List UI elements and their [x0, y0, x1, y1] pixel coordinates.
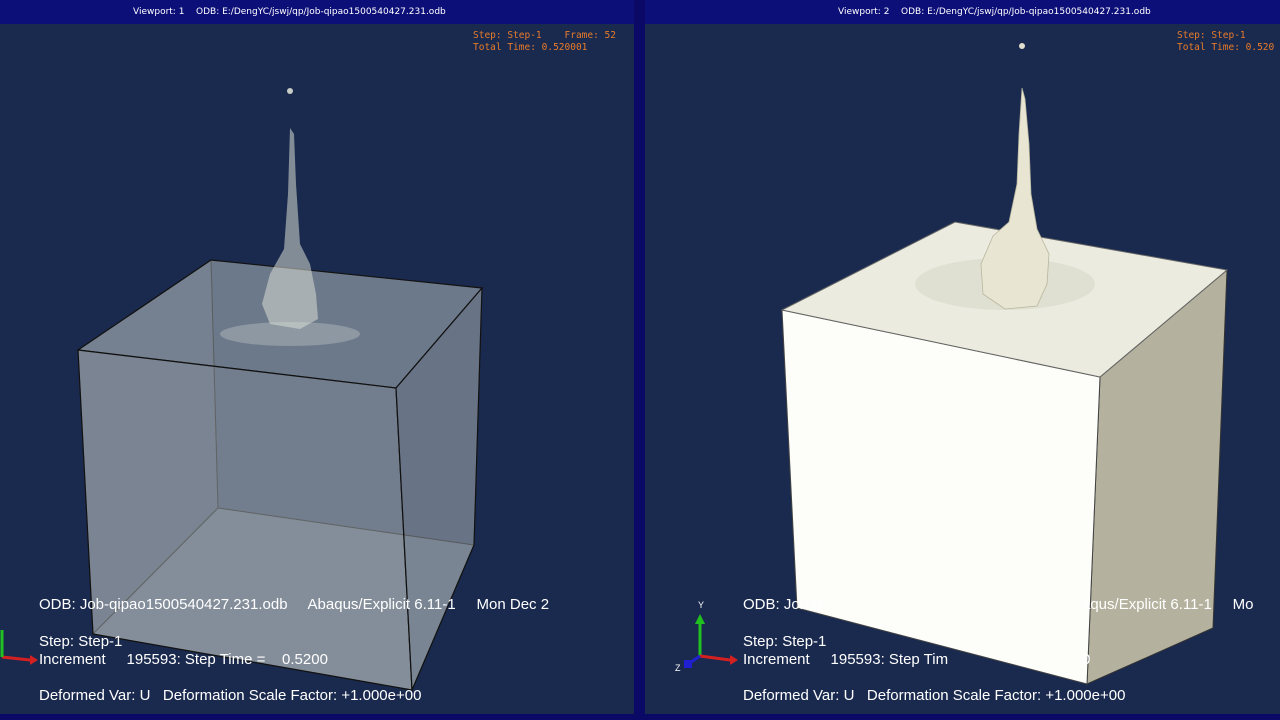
- viewport-1-odb-path: ODB: E:/DengYC/jswj/qp/Job-qipao15005404…: [196, 7, 446, 17]
- odb-info-text: ODB: Job-qipao1500540427.231.odb Abaqus/…: [39, 596, 550, 613]
- viewport-divider: [634, 0, 645, 720]
- bubble-ripple: [220, 322, 360, 346]
- triad-y-label: Y: [698, 600, 705, 610]
- total-time-text: Total Time: 0.520: [1177, 42, 1275, 53]
- odb-info-text: ODB: Job-q: [743, 596, 822, 613]
- viewport-2[interactable]: Viewport: 2 ODB: E:/DengYC/jswj/qp/Job-q…: [645, 0, 1280, 714]
- increment-text: Increment 195593: Step Time = 0.5200: [39, 651, 328, 668]
- viewport-2-step-info: Step: Step-1 Total Time: 0.520: [1177, 30, 1274, 54]
- odb-info-text-right: aqus/Explicit 6.11-1 Mo: [1082, 596, 1254, 613]
- step-label-text: Step: Step-1: [39, 633, 123, 650]
- viewport-1-titlebar[interactable]: Viewport: 1 ODB: E:/DengYC/jswj/qp/Job-q…: [0, 0, 634, 24]
- viewport-1-step-info: Step: Step-1 Frame: 52 Total Time: 0.520…: [473, 30, 616, 54]
- droplet: [287, 88, 293, 94]
- step-frame-text: Step: Step-1: [1177, 30, 1246, 41]
- step-label-text: Step: Step-1: [743, 633, 827, 650]
- viewport-2-titlebar[interactable]: Viewport: 2 ODB: E:/DengYC/jswj/qp/Job-q…: [645, 0, 1280, 24]
- bubble-spike: [980, 87, 1050, 310]
- deformed-var-text: Deformed Var: U Deformation Scale Factor…: [743, 687, 1126, 704]
- triad-icon: [684, 614, 738, 668]
- viewport-1-title: Viewport: 1: [133, 7, 185, 17]
- viewport-2-title: Viewport: 2: [838, 7, 890, 17]
- triad-z-label: Z: [675, 663, 681, 673]
- cube-front-face: [77, 349, 413, 691]
- bottom-border: [0, 714, 1280, 720]
- step-frame-text: Step: Step-1 Frame: 52: [473, 30, 616, 41]
- viewport-2-odb-path: ODB: E:/DengYC/jswj/qp/Job-qipao15005404…: [901, 7, 1151, 17]
- triad-icon: [0, 630, 38, 665]
- deformed-var-text: Deformed Var: U Deformation Scale Factor…: [39, 687, 422, 704]
- droplet: [1019, 43, 1025, 49]
- viewport-1[interactable]: Viewport: 1 ODB: E:/DengYC/jswj/qp/Job-q…: [0, 0, 634, 714]
- total-time-text: Total Time: 0.520001: [473, 42, 588, 53]
- increment-tail-text: 0: [1082, 651, 1091, 668]
- increment-text: Increment 195593: Step Tim: [743, 651, 949, 668]
- bubble-spike: [262, 128, 318, 329]
